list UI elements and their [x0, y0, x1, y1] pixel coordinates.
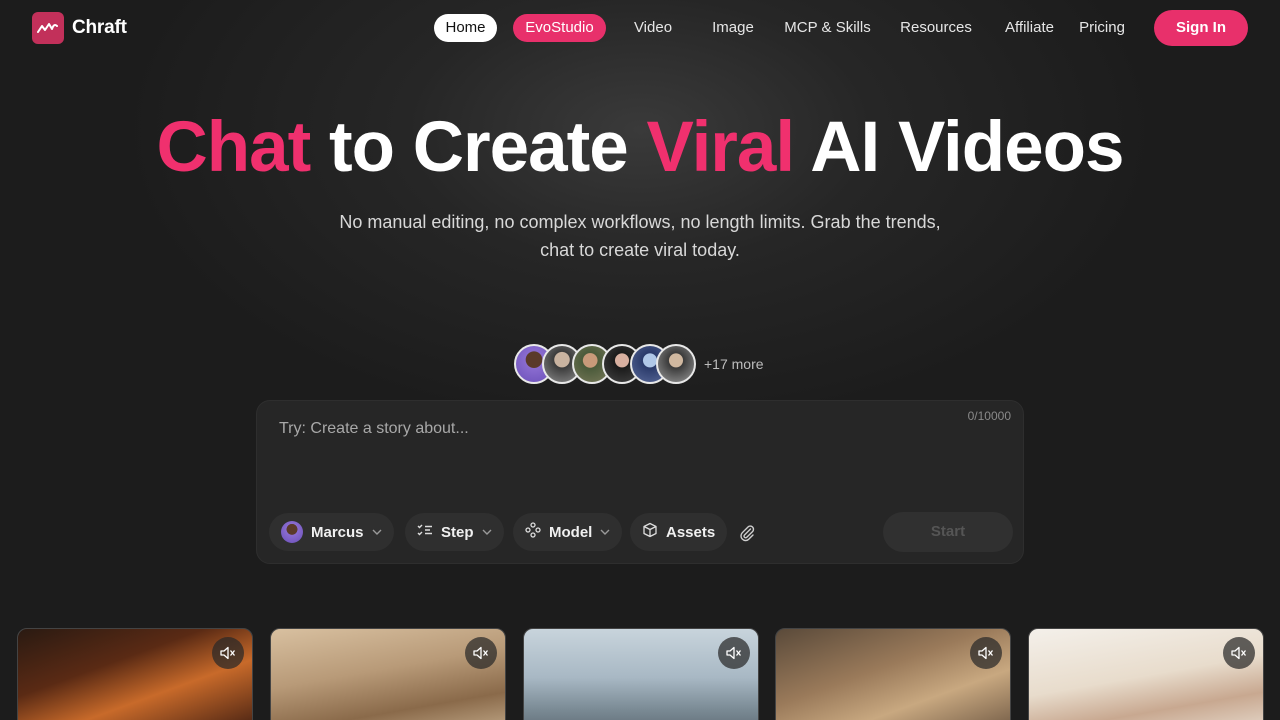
hero-title: Chat to Create Viral AI Videos: [0, 106, 1280, 190]
chevron-down-icon: [600, 527, 610, 538]
mute-icon[interactable]: [718, 637, 750, 669]
character-avatar: [281, 521, 303, 543]
nav-video[interactable]: Video: [622, 14, 684, 42]
assets-button[interactable]: Assets: [630, 513, 728, 551]
mute-icon[interactable]: [212, 637, 244, 669]
model-select[interactable]: Model: [513, 513, 623, 551]
hero-subtitle-line-1: No manual editing, no complex workflows,…: [339, 212, 941, 232]
mute-icon[interactable]: [970, 637, 1002, 669]
character-label: Marcus: [311, 523, 364, 541]
avatar: [656, 344, 696, 384]
mute-icon[interactable]: [1223, 637, 1255, 669]
prompt-input[interactable]: [279, 419, 879, 439]
hero-title-phrase-to-create: to Create: [329, 108, 629, 187]
character-select[interactable]: Marcus: [269, 513, 394, 551]
mute-icon[interactable]: [465, 637, 497, 669]
top-nav: Chraft Home EvoStudio Video Image MCP & …: [0, 0, 1280, 56]
nav-resources[interactable]: Resources: [893, 14, 979, 42]
video-card[interactable]: [17, 628, 253, 720]
prompt-composer: 0/10000 Marcus Step Model Assets: [256, 400, 1024, 564]
hero-subtitle: No manual editing, no complex workflows,…: [290, 208, 990, 264]
hero-title-phrase-ai-videos: AI Videos: [810, 108, 1124, 187]
model-label: Model: [549, 523, 593, 541]
start-button[interactable]: Start: [883, 512, 1013, 552]
nav-affiliate[interactable]: Affiliate: [998, 14, 1061, 42]
step-select[interactable]: Step: [405, 513, 504, 551]
nav-home[interactable]: Home: [434, 14, 497, 42]
brand-logo[interactable]: Chraft: [32, 12, 127, 44]
nav-mcp-skills[interactable]: MCP & Skills: [780, 14, 875, 42]
brand-name: Chraft: [72, 17, 127, 38]
hero-title-word-viral: Viral: [646, 108, 796, 187]
cube-icon: [642, 522, 658, 542]
checklist-icon: [417, 523, 433, 541]
sign-in-button[interactable]: Sign In: [1154, 10, 1248, 46]
logo-icon: [32, 12, 64, 44]
video-card[interactable]: [523, 628, 759, 720]
video-card[interactable]: [270, 628, 506, 720]
nav-pricing[interactable]: Pricing: [1074, 14, 1130, 42]
paperclip-icon[interactable]: [737, 523, 757, 543]
hero-subtitle-line-2: chat to create viral today.: [540, 240, 740, 260]
chevron-down-icon: [372, 527, 382, 538]
chevron-down-icon: [482, 527, 492, 538]
hero-title-word-chat: Chat: [156, 108, 312, 187]
video-card[interactable]: [1028, 628, 1264, 720]
model-icon: [525, 522, 541, 542]
step-label: Step: [441, 523, 474, 541]
character-counter: 0/10000: [967, 409, 1011, 423]
nav-evostudio[interactable]: EvoStudio: [513, 14, 606, 42]
assets-label: Assets: [666, 523, 716, 541]
more-users-count: +17 more: [704, 356, 764, 372]
nav-image[interactable]: Image: [702, 14, 764, 42]
video-card[interactable]: [775, 628, 1011, 720]
